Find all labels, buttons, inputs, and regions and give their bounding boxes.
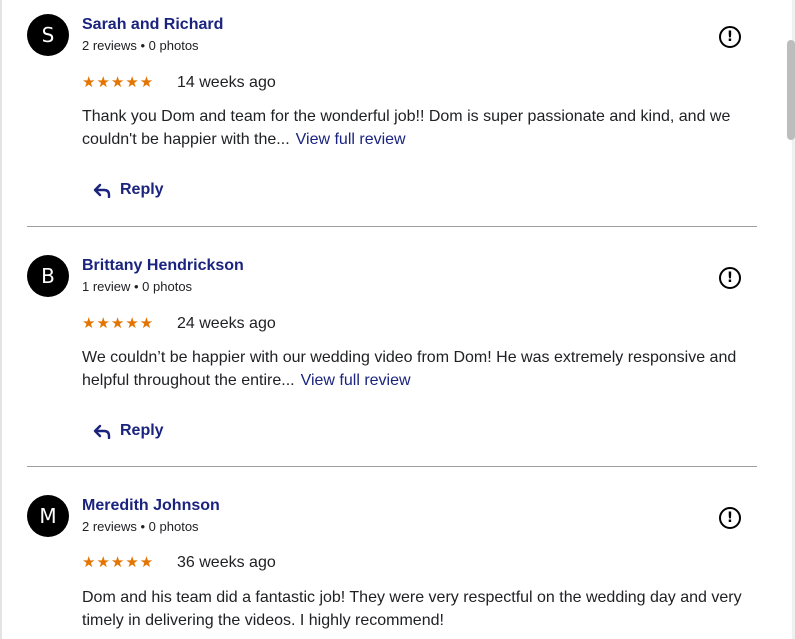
star-rating: ★★★★★ [82, 553, 155, 571]
reviewer-meta: 2 reviews • 0 photos [82, 38, 199, 53]
reply-button[interactable]: Reply [93, 422, 164, 440]
reviewer-name[interactable]: Brittany Hendrickson [82, 257, 244, 275]
review-text: Dom and his team did a fantastic job! Th… [82, 589, 742, 629]
review-card: S Sarah and Richard 2 reviews • 0 photos… [0, 0, 760, 226]
avatar[interactable]: B [27, 255, 69, 297]
reviewer-name[interactable]: Sarah and Richard [82, 16, 223, 34]
reply-label: Reply [120, 422, 164, 439]
review-date: 36 weeks ago [177, 554, 276, 571]
report-icon[interactable]: ! [719, 267, 741, 289]
reviewer-meta: 1 review • 0 photos [82, 279, 193, 294]
report-icon[interactable]: ! [719, 26, 741, 48]
view-full-review-link[interactable]: View full review [301, 372, 411, 389]
review-text-body: Thank you Dom and team for the wonderful… [82, 108, 731, 148]
avatar[interactable]: M [27, 495, 69, 537]
review-date: 14 weeks ago [177, 74, 276, 91]
reviewer-name[interactable]: Meredith Johnson [82, 497, 220, 515]
review-card: M Meredith Johnson 2 reviews • 0 photos … [0, 481, 760, 639]
scrollbar-thumb[interactable] [787, 40, 795, 140]
review-date: 24 weeks ago [177, 315, 276, 332]
view-full-review-link[interactable]: View full review [296, 131, 406, 148]
reply-arrow-icon [93, 183, 111, 198]
divider [27, 466, 757, 467]
reply-button[interactable]: Reply [93, 181, 164, 199]
divider [27, 226, 757, 227]
star-rating: ★★★★★ [82, 314, 155, 332]
review-text: We couldn’t be happier with our wedding … [82, 346, 752, 392]
reply-arrow-icon [93, 424, 111, 439]
avatar[interactable]: S [27, 14, 69, 56]
review-card: B Brittany Hendrickson 1 review • 0 phot… [0, 241, 760, 466]
reply-label: Reply [120, 181, 164, 198]
reviewer-meta: 2 reviews • 0 photos [82, 519, 199, 534]
star-rating: ★★★★★ [82, 73, 155, 91]
review-text: Thank you Dom and team for the wonderful… [82, 105, 752, 151]
reviews-page: S Sarah and Richard 2 reviews • 0 photos… [0, 0, 795, 639]
report-icon[interactable]: ! [719, 507, 741, 529]
